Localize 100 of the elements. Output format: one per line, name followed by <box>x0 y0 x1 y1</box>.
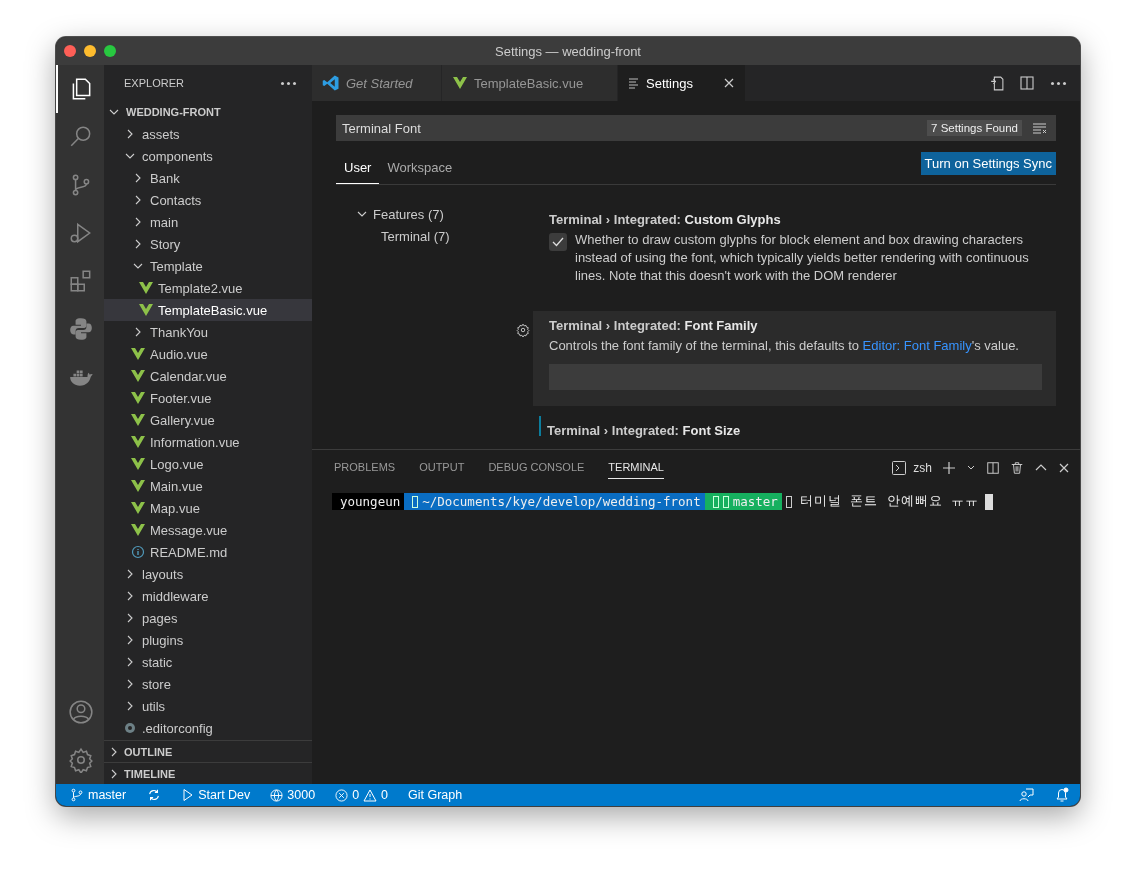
vue-file-icon <box>130 390 146 406</box>
prompt-text: ~/Documents/kye/develop/wedding-front <box>422 494 701 509</box>
scope-tab[interactable]: User <box>336 152 380 184</box>
toc-item[interactable]: Terminal (7) <box>336 225 533 247</box>
prompt-text: youngeun <box>340 494 401 509</box>
git-graph-status[interactable]: Git Graph <box>408 788 463 802</box>
branch-status[interactable]: master <box>70 788 127 802</box>
info-icon <box>130 544 146 560</box>
panel-tab[interactable]: TERMINAL <box>608 456 664 479</box>
lines-icon <box>628 77 640 89</box>
window-title: Settings — wedding-front <box>495 43 641 59</box>
vue-file-icon <box>130 368 146 384</box>
tree-item[interactable]: Calendar.vue <box>104 365 312 387</box>
setting-title: Terminal › Integrated: Custom Glyphs <box>549 212 782 227</box>
section-header[interactable]: OUTLINE <box>104 740 312 762</box>
panel-tab[interactable]: DEBUG CONSOLE <box>488 456 585 479</box>
tree-item[interactable]: pages <box>104 607 312 629</box>
gear-icon <box>122 720 138 736</box>
tree-item[interactable]: TemplateBasic.vue <box>104 299 312 321</box>
missing-glyph-icon <box>412 495 419 508</box>
tree-item[interactable]: main <box>104 211 312 233</box>
error-count: 0 <box>352 788 360 802</box>
bell-icon[interactable] <box>1054 787 1070 803</box>
tree-item[interactable]: Template2.vue <box>104 277 312 299</box>
close-icon[interactable] <box>723 77 735 89</box>
tree-item[interactable]: store <box>104 673 312 695</box>
tree-root[interactable]: WEDDING-FRONT <box>104 101 312 123</box>
branch-icon <box>70 788 84 802</box>
task-status[interactable]: Start Dev <box>182 788 251 802</box>
close-icon[interactable] <box>1058 461 1070 474</box>
missing-glyph-icon <box>712 495 719 508</box>
tree-item[interactable]: Template <box>104 255 312 277</box>
tree-item[interactable]: ThankYou <box>104 321 312 343</box>
tree-item[interactable]: Contacts <box>104 189 312 211</box>
vue-file-icon <box>138 280 154 296</box>
editor-tab[interactable]: Settings <box>618 65 746 101</box>
shell-selector[interactable]: zsh <box>891 459 932 476</box>
setting-title: Terminal › Integrated: Font Family <box>549 318 759 333</box>
tree-item[interactable]: .editorconfig <box>104 717 312 739</box>
tree-item[interactable]: Map.vue <box>104 497 312 519</box>
open-file-icon[interactable] <box>988 74 1005 92</box>
warning-icon <box>363 788 378 802</box>
close-light[interactable] <box>64 45 76 57</box>
tab-label: Settings <box>646 75 693 91</box>
vue-file-icon <box>130 456 146 472</box>
tree-item[interactable]: Logo.vue <box>104 453 312 475</box>
setting-description: Controls the font family of the terminal, this defaults to Editor: Font Family's value. <box>549 337 1020 355</box>
checkbox[interactable] <box>549 233 567 251</box>
toc-item[interactable]: Features (7) <box>336 203 533 225</box>
gear-icon[interactable] <box>516 323 530 337</box>
minimize-light[interactable] <box>84 45 96 57</box>
prompt-text: master <box>732 494 778 509</box>
setting-link[interactable]: Editor: Font Family <box>862 338 972 353</box>
vue-file-icon <box>130 346 146 362</box>
vscode-logo-icon <box>322 74 340 92</box>
editor-tab[interactable]: Get Started <box>312 65 442 101</box>
tab-label: Get Started <box>346 75 413 91</box>
tree-item[interactable]: Gallery.vue <box>104 409 312 431</box>
terminal-text: 터미널 폰트 안예뻐요 ㅠㅠ <box>799 493 980 510</box>
project-name: WEDDING-FRONT <box>126 106 221 118</box>
tree-item[interactable]: plugins <box>104 629 312 651</box>
tree-item[interactable]: Message.vue <box>104 519 312 541</box>
sidebar-title: EXPLORER <box>124 77 184 89</box>
plus-icon[interactable] <box>942 460 956 475</box>
missing-glyph-icon <box>785 495 792 508</box>
port-status[interactable]: 3000 <box>270 788 316 802</box>
trash-icon[interactable] <box>1010 460 1024 475</box>
vue-file-icon <box>130 412 146 428</box>
editor-tab[interactable]: TemplateBasic.vue <box>442 65 618 101</box>
tree-item[interactable]: utils <box>104 695 312 717</box>
setting-description: Whether to draw custom glyphs for block element and box drawing characters instead of using the font, which typically yields better rendering with continuous lines. Note that this doesn't work with the DOM renderer <box>575 231 1030 285</box>
vue-file-icon <box>130 500 146 516</box>
tree-item[interactable]: Footer.vue <box>104 387 312 409</box>
tree-item[interactable]: README.md <box>104 541 312 563</box>
tree-item[interactable]: Bank <box>104 167 312 189</box>
problems-status[interactable]: 0 0 <box>335 788 389 802</box>
feedback-icon[interactable] <box>1018 787 1034 803</box>
panel-tab[interactable]: PROBLEMS <box>334 456 396 479</box>
search-field[interactable]: Terminal Font 7 Settings Found <box>336 115 1056 141</box>
clear-filter-icon[interactable] <box>1032 120 1048 136</box>
play-icon <box>182 788 195 802</box>
panel-tab[interactable]: OUTPUT <box>419 456 465 479</box>
error-icon <box>335 788 349 802</box>
warning-count: 0 <box>381 788 389 802</box>
split-editor-icon[interactable] <box>1019 75 1035 91</box>
tree-item[interactable]: layouts <box>104 563 312 585</box>
split-terminal-icon[interactable] <box>986 460 1000 475</box>
sync-button[interactable]: Turn on Settings Sync <box>920 152 1056 175</box>
tree-item[interactable]: static <box>104 651 312 673</box>
tab-label: TemplateBasic.vue <box>474 75 584 91</box>
scope-tab[interactable]: Workspace <box>379 152 461 184</box>
tree-item[interactable]: components <box>104 145 312 167</box>
tree-item[interactable]: Audio.vue <box>104 343 312 365</box>
zoom-light[interactable] <box>104 45 116 57</box>
tree-item[interactable]: assets <box>104 123 312 145</box>
missing-glyph-icon <box>722 495 729 508</box>
tree-item[interactable]: middleware <box>104 585 312 607</box>
tree-item[interactable]: Story <box>104 233 312 255</box>
tree-item[interactable]: Information.vue <box>104 431 312 453</box>
tree-item[interactable]: Main.vue <box>104 475 312 497</box>
